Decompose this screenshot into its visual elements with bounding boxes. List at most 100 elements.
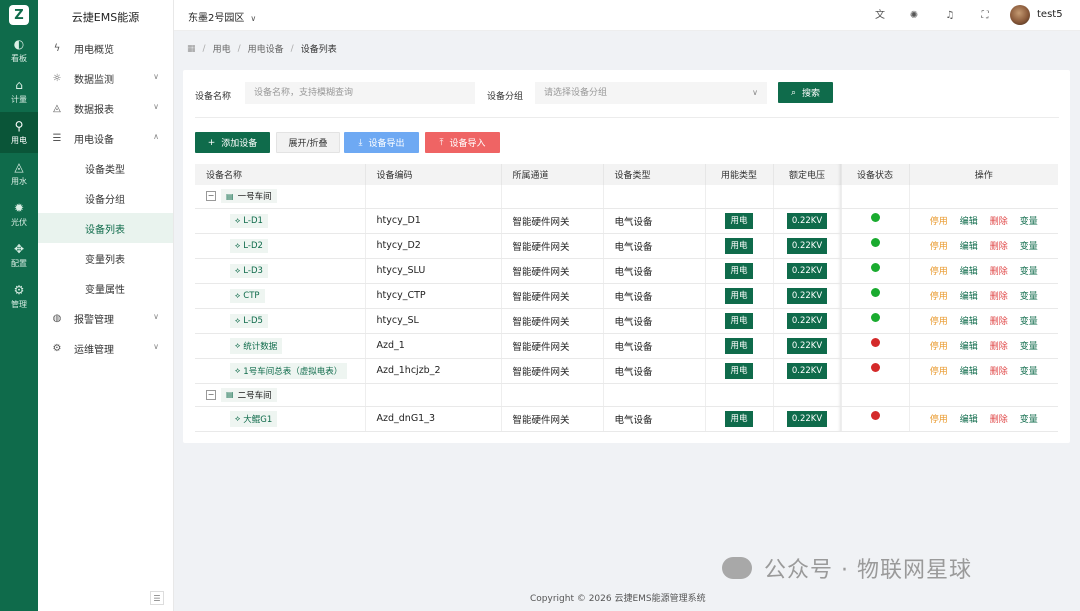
variable-link[interactable]: 变量 bbox=[1020, 367, 1038, 377]
edit-link[interactable]: 编辑 bbox=[960, 367, 978, 377]
translate-icon[interactable]: 文 bbox=[872, 8, 888, 24]
variable-link[interactable]: 变量 bbox=[1020, 242, 1038, 252]
device-code: htycy_D1 bbox=[365, 208, 502, 234]
edit-link[interactable]: 编辑 bbox=[960, 317, 978, 327]
app-logo[interactable]: Z bbox=[0, 0, 38, 30]
edit-link[interactable]: 编辑 bbox=[960, 342, 978, 352]
disable-link[interactable]: 停用 bbox=[930, 292, 948, 302]
home-icon[interactable]: ▦ bbox=[187, 44, 196, 54]
edit-link[interactable]: 编辑 bbox=[960, 292, 978, 302]
device-tag[interactable]: ⟡ 统计数据 bbox=[230, 337, 283, 354]
import-device-button[interactable]: ⤒ 设备导入 bbox=[425, 132, 500, 153]
delete-link[interactable]: 删除 bbox=[990, 242, 1008, 252]
variable-link[interactable]: 变量 bbox=[1020, 217, 1038, 227]
delete-link[interactable]: 删除 bbox=[990, 367, 1008, 377]
menu-item-devices[interactable]: ☰ 用电设备 ∧ bbox=[38, 123, 173, 153]
menu-item-ops[interactable]: ⚙ 运维管理 ∨ bbox=[38, 333, 173, 363]
rail-item[interactable]: ⌂ 计量 bbox=[0, 71, 38, 112]
variable-link[interactable]: 变量 bbox=[1020, 267, 1038, 277]
disable-link[interactable]: 停用 bbox=[930, 317, 948, 327]
submenu-device-group[interactable]: 设备分组 bbox=[38, 183, 173, 213]
delete-link[interactable]: 删除 bbox=[990, 342, 1008, 352]
add-device-button[interactable]: + 添加设备 bbox=[195, 132, 270, 153]
table-header-row: 设备名称 设备编码 所属通道 设备类型 用能类型 额定电压 设备状态 操作 bbox=[195, 164, 1058, 185]
menu-item-overview[interactable]: ϟ 用电概览 bbox=[38, 33, 173, 63]
export-device-button[interactable]: ⤓ 设备导出 bbox=[344, 132, 419, 153]
app-name: 云捷EMS能源 bbox=[71, 10, 140, 24]
collapse-icon[interactable]: − bbox=[206, 191, 216, 202]
submenu-device-list[interactable]: 设备列表 bbox=[38, 213, 173, 243]
avatar[interactable] bbox=[1010, 5, 1030, 25]
disable-link[interactable]: 停用 bbox=[930, 415, 948, 425]
lightning-icon: ϟ bbox=[53, 42, 61, 54]
status-dot bbox=[870, 238, 880, 247]
disable-link[interactable]: 停用 bbox=[930, 367, 948, 377]
device-name-input[interactable]: 设备名称，支持模糊查询 bbox=[245, 82, 475, 104]
icon-rail: Z ◐ 看板 ⌂ 计量 ⚲ 用电 ◬ 用水 ✹ 光伏 ✥ 配置 ⚙ 管理 bbox=[0, 0, 38, 611]
delete-link[interactable]: 删除 bbox=[990, 292, 1008, 302]
menu-item-monitor[interactable]: ☼ 数据监测 ∨ bbox=[38, 63, 173, 93]
edit-link[interactable]: 编辑 bbox=[960, 267, 978, 277]
voltage-badge: 0.22KV bbox=[787, 212, 827, 229]
rail-item[interactable]: ⚙ 管理 bbox=[0, 276, 38, 317]
disable-link[interactable]: 停用 bbox=[930, 267, 948, 277]
device-tag[interactable]: ⟡ L-D5 bbox=[230, 313, 268, 328]
group-row[interactable]: − ▤ 二号车间 bbox=[195, 383, 1058, 407]
top-bar: 东墨2号园区 ∨ 文 ✺ ♫ ⛶ test5 bbox=[174, 0, 1080, 31]
collapse-icon[interactable]: − bbox=[206, 389, 216, 400]
solar-icon: ✹ bbox=[13, 201, 25, 215]
search-button[interactable]: ⌕ 搜索 bbox=[778, 82, 833, 103]
bell-icon[interactable]: ♫ bbox=[942, 8, 958, 24]
variable-link[interactable]: 变量 bbox=[1020, 342, 1038, 352]
fullscreen-icon[interactable]: ⛶ bbox=[977, 8, 993, 24]
theme-icon[interactable]: ✺ bbox=[906, 8, 922, 24]
rail-item[interactable]: ◬ 用水 bbox=[0, 153, 38, 194]
rail-item[interactable]: ◐ 看板 bbox=[0, 30, 38, 71]
search-icon: ⌕ bbox=[790, 87, 797, 98]
edit-link[interactable]: 编辑 bbox=[960, 415, 978, 425]
device-tag[interactable]: ⟡ L-D3 bbox=[230, 263, 268, 278]
breadcrumb-item[interactable]: 用电设备 bbox=[248, 42, 284, 55]
device-tag[interactable]: ⟡ 大鲲G1 bbox=[230, 410, 278, 427]
plug-icon: ⚲ bbox=[14, 119, 24, 133]
voltage-badge: 0.22KV bbox=[787, 287, 827, 304]
device-tag[interactable]: ⟡ CTP bbox=[230, 288, 265, 303]
device-tag[interactable]: ⟡ L-D2 bbox=[230, 238, 268, 253]
delete-link[interactable]: 删除 bbox=[990, 415, 1008, 425]
submenu-variable-attr[interactable]: 变量属性 bbox=[38, 273, 173, 303]
edit-link[interactable]: 编辑 bbox=[960, 242, 978, 252]
device-tag[interactable]: ⟡ L-D1 bbox=[230, 213, 268, 228]
rail-item[interactable]: ✹ 光伏 bbox=[0, 194, 38, 235]
expand-collapse-button[interactable]: 展开/折叠 bbox=[276, 132, 340, 153]
variable-link[interactable]: 变量 bbox=[1020, 415, 1038, 425]
username[interactable]: test5 bbox=[1037, 9, 1063, 20]
edit-link[interactable]: 编辑 bbox=[960, 217, 978, 227]
column-header: 设备状态 bbox=[841, 164, 910, 185]
menu-item-alarm[interactable]: ◍ 报警管理 ∨ bbox=[38, 303, 173, 333]
rail-item[interactable]: ✥ 配置 bbox=[0, 235, 38, 276]
park-selector[interactable]: 东墨2号园区 ∨ bbox=[188, 9, 256, 24]
rail-item[interactable]: ⚲ 用电 bbox=[0, 112, 38, 153]
table-row: ⟡ L-D5 htycy_SL 智能硬件网关 电气设备 用电 0.22KV 停用 编辑 删除 变量 bbox=[195, 308, 1058, 334]
delete-link[interactable]: 删除 bbox=[990, 267, 1008, 277]
variable-link[interactable]: 变量 bbox=[1020, 317, 1038, 327]
collapse-menu-icon[interactable]: ☰ bbox=[150, 591, 164, 605]
variable-link[interactable]: 变量 bbox=[1020, 292, 1038, 302]
submenu-device-type[interactable]: 设备类型 bbox=[38, 153, 173, 183]
device-group-select[interactable]: 请选择设备分组 ∨ bbox=[535, 82, 767, 104]
submenu-variable-list[interactable]: 变量列表 bbox=[38, 243, 173, 273]
menu-item-report[interactable]: ◬ 数据报表 ∨ bbox=[38, 93, 173, 123]
disable-link[interactable]: 停用 bbox=[930, 217, 948, 227]
delete-link[interactable]: 删除 bbox=[990, 317, 1008, 327]
logo-icon: Z bbox=[9, 5, 29, 25]
group-row[interactable]: − ▤ 一号车间 bbox=[195, 185, 1058, 209]
list-icon: ☰ bbox=[52, 132, 62, 144]
device-type: 电气设备 bbox=[603, 406, 706, 432]
device-tag[interactable]: ⟡ 1号车间总表（虚拟电表） bbox=[230, 362, 348, 379]
disable-link[interactable]: 停用 bbox=[930, 242, 948, 252]
disable-link[interactable]: 停用 bbox=[930, 342, 948, 352]
breadcrumb-item[interactable]: 用电 bbox=[213, 42, 231, 55]
delete-link[interactable]: 删除 bbox=[990, 217, 1008, 227]
download-icon: ⤓ bbox=[358, 137, 363, 148]
voltage-badge: 0.22KV bbox=[787, 312, 827, 329]
